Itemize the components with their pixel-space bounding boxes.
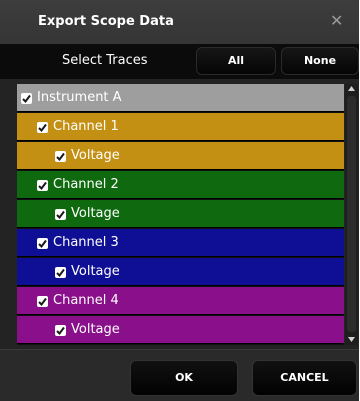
trace-list-scrollbar[interactable] — [345, 84, 358, 345]
trace-checkbox[interactable] — [55, 325, 66, 336]
dialog-title: Export Scope Data — [38, 14, 174, 29]
trace-channel-row[interactable]: Channel 1 — [17, 113, 344, 141]
close-icon[interactable]: ✕ — [330, 11, 343, 30]
trace-label: Channel 4 — [53, 293, 119, 308]
trace-checkbox[interactable] — [37, 122, 48, 133]
checkmark-icon — [22, 94, 31, 104]
cancel-button[interactable]: CANCEL — [252, 360, 357, 396]
trace-channel-row[interactable]: Channel 4 — [17, 287, 344, 315]
trace-signal-row[interactable]: Voltage — [17, 142, 344, 170]
scrollbar-thumb[interactable] — [347, 96, 356, 332]
trace-checkbox[interactable] — [55, 267, 66, 278]
select-all-button[interactable]: All — [196, 47, 276, 75]
trace-label: Voltage — [71, 148, 120, 163]
select-none-button[interactable]: None — [281, 47, 359, 75]
trace-checkbox[interactable] — [37, 296, 48, 307]
checkmark-icon — [38, 123, 47, 133]
title-bar: Export Scope Data ✕ — [0, 0, 359, 44]
trace-label: Voltage — [71, 322, 120, 337]
scroll-up-icon[interactable] — [345, 84, 358, 94]
checkmark-icon — [56, 152, 65, 162]
checkmark-icon — [56, 210, 65, 220]
trace-signal-row[interactable]: Voltage — [17, 200, 344, 228]
trace-label: Channel 3 — [53, 235, 119, 250]
select-traces-label: Select Traces — [62, 53, 148, 68]
checkmark-icon — [56, 326, 65, 336]
checkmark-icon — [56, 268, 65, 278]
trace-label: Voltage — [71, 264, 120, 279]
trace-label: Channel 2 — [53, 177, 119, 192]
trace-group-row[interactable]: Instrument A — [17, 84, 344, 112]
trace-list: Instrument A Channel 1 Voltage Channel 2 Vol… — [17, 84, 344, 345]
trace-label: Voltage — [71, 206, 120, 221]
export-dialog: Export Scope Data ✕ Select Traces All No… — [0, 0, 359, 401]
trace-signal-row[interactable]: Voltage — [17, 316, 344, 344]
trace-label: Channel 1 — [53, 119, 119, 134]
trace-checkbox[interactable] — [37, 238, 48, 249]
trace-label: Instrument A — [37, 90, 122, 105]
trace-checkbox[interactable] — [21, 93, 32, 104]
checkmark-icon — [38, 181, 47, 191]
ok-button[interactable]: OK — [130, 360, 238, 396]
checkmark-icon — [38, 297, 47, 307]
trace-signal-row[interactable]: Voltage — [17, 258, 344, 286]
trace-checkbox[interactable] — [37, 180, 48, 191]
trace-checkbox[interactable] — [55, 151, 66, 162]
trace-channel-row[interactable]: Channel 3 — [17, 229, 344, 257]
trace-checkbox[interactable] — [55, 209, 66, 220]
scroll-down-icon[interactable] — [345, 334, 358, 344]
checkmark-icon — [38, 239, 47, 249]
trace-channel-row[interactable]: Channel 2 — [17, 171, 344, 199]
